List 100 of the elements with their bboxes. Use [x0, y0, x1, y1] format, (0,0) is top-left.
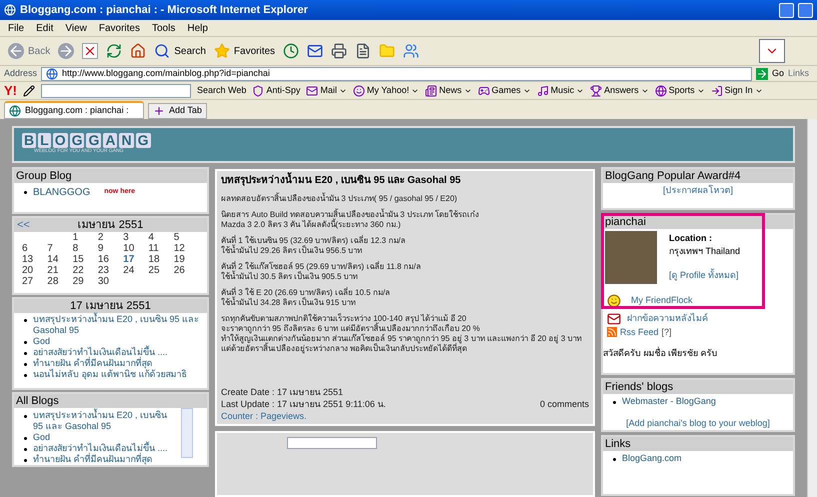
calendar-day[interactable]: 29	[72, 276, 98, 287]
calendar-day[interactable]: 23	[98, 265, 124, 276]
friendflock-link[interactable]: My FriendFlock	[631, 294, 693, 308]
calendar-day[interactable]: 27	[22, 276, 48, 287]
calendar-day[interactable]: 5	[174, 232, 199, 243]
toolbar-button[interactable]: Music	[536, 84, 584, 98]
calendar-day[interactable]: 22	[72, 265, 98, 276]
calendar-day[interactable]: 6	[22, 243, 48, 254]
post-paragraph: ผลทดสอบอัตราสิ้นเปลืองของน้ำมัน 3 ประเภท( 95 / gasohal 95 / E20)	[221, 194, 458, 204]
calendar-day[interactable]: 7	[47, 243, 73, 254]
toolbar-button[interactable]: Sports	[654, 84, 705, 98]
calendar-day[interactable]: 17	[123, 254, 148, 265]
history-icon[interactable]	[283, 43, 300, 59]
refresh-icon[interactable]	[106, 43, 122, 59]
menu-item[interactable]: Tools	[152, 20, 176, 36]
go-button[interactable]: Go	[756, 66, 784, 80]
links-label[interactable]: Links	[788, 66, 809, 80]
people-icon[interactable]	[403, 43, 420, 59]
site-link[interactable]: BlogGang.com	[622, 453, 682, 464]
post-link[interactable]: God	[33, 336, 50, 347]
calendar-day[interactable]: 19	[174, 254, 199, 265]
browser-tab[interactable]: Bloggang.com : pianchai :	[4, 101, 144, 119]
menu-item[interactable]: View	[65, 20, 87, 36]
calendar-day[interactable]: 8	[72, 243, 98, 254]
maximize-button[interactable]	[798, 2, 813, 18]
logo-letter: B	[22, 133, 36, 148]
calendar-day[interactable]: 9	[98, 243, 124, 254]
toolbar-button[interactable]: My Yahoo!	[352, 84, 420, 98]
toolbar-button[interactable]: Anti-Spy	[252, 84, 300, 98]
calendar-day[interactable]: 25	[148, 265, 174, 276]
search-icon	[154, 43, 170, 59]
calendar-day[interactable]: 28	[47, 276, 73, 287]
bullet-icon	[24, 448, 27, 451]
back-button[interactable]: Back	[8, 43, 50, 59]
yahoo-logo[interactable]: Y!	[4, 80, 17, 100]
pencil-icon[interactable]	[23, 84, 35, 96]
rss-link[interactable]: Rss Feed	[620, 326, 659, 339]
post-link[interactable]: ทำนายฝัน คำที่มีคนฝันมากที่สุด	[33, 454, 153, 465]
bullet-icon	[24, 363, 27, 366]
calendar-day[interactable]: 3	[123, 232, 148, 243]
download-icon[interactable]	[759, 39, 785, 63]
menu-item[interactable]: Help	[187, 20, 208, 36]
toolbar-button[interactable]: Answers	[590, 84, 649, 98]
calendar-day[interactable]: 13	[22, 254, 48, 265]
post-link[interactable]: ทำนายฝัน คำที่มีคนฝันมากที่สุด	[33, 358, 153, 369]
print-icon[interactable]	[331, 43, 348, 59]
forward-icon[interactable]	[58, 43, 74, 59]
address-field[interactable]: http://www.bloggang.com/mainblog.php?id=pianchai	[41, 66, 752, 80]
calendar-day[interactable]: 21	[47, 265, 73, 276]
bullet-icon	[24, 437, 27, 440]
edit-icon[interactable]	[355, 43, 372, 59]
friend-blog-link[interactable]: Webmaster - BlogGang	[622, 396, 716, 406]
calendar-day[interactable]: 11	[148, 243, 174, 254]
message-link[interactable]: ฝากข้อความหลังไมค์	[627, 312, 708, 326]
search-button[interactable]: Search	[154, 43, 206, 59]
calendar-day[interactable]: 14	[47, 254, 73, 265]
add-tab-button[interactable]: Add Tab	[148, 103, 207, 119]
post-link[interactable]: God	[33, 432, 50, 443]
add-blog-link[interactable]: [Add pianchai's blog to your weblog]	[603, 416, 793, 430]
search-field[interactable]	[41, 84, 191, 98]
bullet-icon	[24, 341, 27, 344]
menu-item[interactable]: Edit	[36, 20, 54, 36]
search-web-button[interactable]: Search Web	[197, 84, 246, 98]
profile-link[interactable]: [ดู Profile ทั้งหมด]	[669, 268, 740, 282]
scrollbar[interactable]	[807, 119, 817, 497]
calendar-day[interactable]: 26	[174, 265, 199, 276]
counter-link[interactable]: Counter : Pageviews.	[221, 410, 589, 422]
stop-icon[interactable]	[82, 43, 98, 59]
toolbar-button[interactable]: Games	[478, 84, 531, 98]
calendar-day[interactable]: 12	[174, 243, 199, 254]
toolbar-button[interactable]: Mail	[306, 84, 347, 98]
name-input-field[interactable]	[287, 437, 377, 449]
calendar-day[interactable]: 24	[123, 265, 148, 276]
calendar-day[interactable]: 10	[123, 243, 148, 254]
calendar-day[interactable]: 4	[148, 232, 174, 243]
app-icon	[4, 4, 16, 16]
menu-item[interactable]: Favorites	[98, 20, 140, 36]
post-link[interactable]: บทสรุประหว่างน้ำมน E20 , เบนซิน 95 และ Gasohal 95	[33, 314, 203, 336]
toolbar-button[interactable]: Sign In	[710, 84, 763, 98]
vote-result-link[interactable]: [ประกาศผลโหวต]	[603, 183, 793, 208]
calendar-day[interactable]: 20	[22, 265, 48, 276]
calendar-day[interactable]: 1	[72, 232, 98, 243]
rss-help-link[interactable]: [?]	[662, 326, 672, 339]
post-link[interactable]: นอนไม่หลับ อุดม แต้พานิช แก้ด้วยสมาธิ	[33, 369, 187, 380]
calendar-day[interactable]: 30	[98, 276, 124, 287]
minimize-button[interactable]	[779, 2, 794, 18]
group-link[interactable]: BLANGGOG	[33, 185, 90, 200]
post-link[interactable]: บทสรุประหว่างน้ำมน E20 , เบนซิน 95 และ Gasohal 95	[33, 410, 177, 432]
favorites-button[interactable]: Favorites	[214, 43, 276, 59]
scrollbar[interactable]	[181, 408, 193, 458]
message-icon	[607, 312, 621, 326]
calendar-day[interactable]: 16	[98, 254, 124, 265]
menu-item[interactable]: File	[8, 20, 24, 36]
home-icon[interactable]	[130, 43, 146, 59]
toolbar-icon	[252, 84, 264, 96]
toolbar-button[interactable]: News	[425, 84, 472, 98]
calendar-day[interactable]: 18	[148, 254, 174, 265]
mail-icon[interactable]	[307, 43, 324, 59]
calendar-day[interactable]: 2	[98, 232, 124, 243]
calendar-day[interactable]: 15	[72, 254, 98, 265]
